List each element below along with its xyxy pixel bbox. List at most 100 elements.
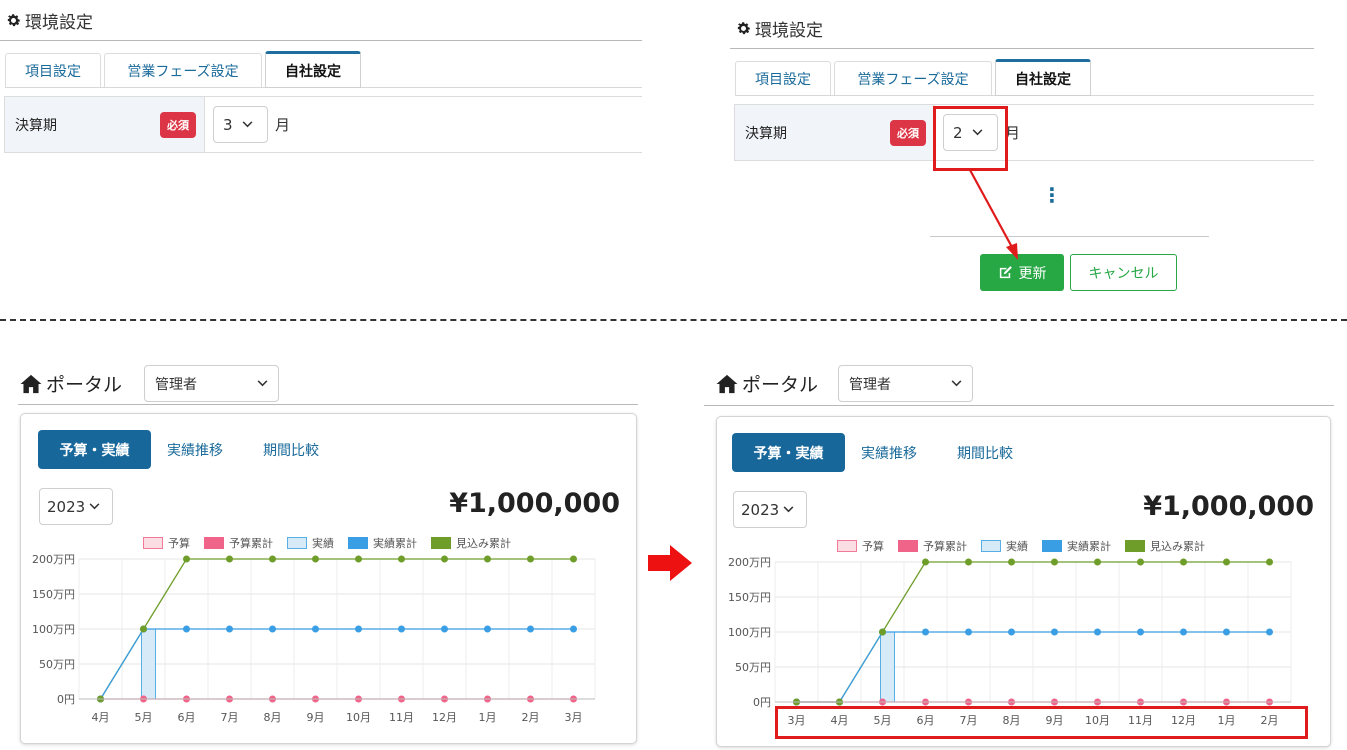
edit-icon — [999, 266, 1012, 279]
point-actual-cumulative — [1223, 628, 1230, 636]
point-actual-cumulative — [1008, 628, 1015, 636]
point-forecast-cumulative — [140, 625, 147, 633]
x-tick-label: 4月 — [92, 711, 110, 724]
fiscal-month-value: 3 — [223, 115, 233, 134]
y-tick-label: 150万円 — [32, 588, 75, 601]
point-forecast-cumulative — [441, 555, 448, 563]
budget-chart: 200万円 150万円 100万円 50万円 0円 4月 5月 6月 7月 8月 9月 10月 11月 1… — [32, 553, 596, 724]
x-tick-label: 11月 — [389, 711, 414, 724]
point-forecast-cumulative — [269, 555, 276, 563]
y-tick-label: 100万円 — [32, 623, 75, 636]
fiscal-period-row: 決算期 必須 3 月 — [4, 96, 642, 153]
point-forecast-cumulative — [1008, 558, 1015, 566]
chevron-down-icon — [951, 380, 962, 387]
portal-title-divider — [704, 405, 1334, 406]
tab-phase-settings[interactable]: 営業フェーズ設定 — [104, 53, 262, 87]
point-actual-cumulative — [1266, 628, 1273, 636]
settings-tabs: 項目設定 営業フェーズ設定 自社設定 — [5, 50, 642, 88]
point-forecast-cumulative — [879, 628, 886, 636]
point-forecast-cumulative — [226, 555, 233, 563]
point-forecast-cumulative — [1266, 558, 1273, 566]
fiscal-period-label: 決算期 — [15, 117, 57, 134]
settings-title-text: 環境設定 — [755, 21, 823, 41]
role-select[interactable]: 管理者 — [838, 365, 973, 402]
portal-title-text: ポータル — [742, 374, 819, 396]
point-actual-cumulative — [398, 625, 405, 633]
point-actual-cumulative — [1094, 628, 1101, 636]
red-pointer-arrow — [969, 169, 1018, 260]
point-actual-cumulative — [570, 625, 577, 633]
point-actual-cumulative — [441, 625, 448, 633]
fiscal-month-select[interactable]: 3 — [213, 106, 268, 143]
point-forecast-cumulative — [312, 555, 319, 563]
y-tick-label: 100万円 — [728, 626, 771, 639]
tab-phase-settings[interactable]: 営業フェーズ設定 — [834, 61, 992, 95]
tab-company-settings[interactable]: 自社設定 — [265, 51, 361, 88]
point-forecast-cumulative — [183, 555, 190, 563]
chevron-down-icon — [257, 380, 268, 387]
fiscal-month-unit: 月 — [275, 116, 291, 134]
settings-panel-before: 環境設定 項目設定 営業フェーズ設定 自社設定 決算期 必須 3 月 — [0, 0, 642, 160]
point-actual-cumulative — [226, 625, 233, 633]
fiscal-period-label-cell: 決算期 必須 — [4, 97, 205, 152]
y-tick-label: 0円 — [57, 693, 75, 706]
point-forecast-cumulative — [398, 555, 405, 563]
fiscal-period-label: 決算期 — [745, 125, 787, 142]
role-value: 管理者 — [155, 376, 197, 393]
portal-title-divider — [18, 404, 638, 405]
x-tick-label: 3月 — [565, 711, 583, 724]
point-forecast-cumulative — [355, 555, 362, 563]
settings-title: 環境設定 — [735, 16, 823, 41]
settings-title-text: 環境設定 — [25, 13, 93, 33]
settings-panel-after: 環境設定 項目設定 営業フェーズ設定 自社設定 決算期 必須 2 月 ⋮ 更新 … — [730, 0, 1347, 300]
gear-icon — [737, 22, 751, 35]
x-tick-label: 8月 — [264, 711, 282, 724]
x-tick-label: 6月 — [178, 711, 196, 724]
point-actual-cumulative — [1137, 628, 1144, 636]
x-tick-label: 1月 — [479, 711, 497, 724]
point-forecast-cumulative — [1051, 558, 1058, 566]
portal-before: ポータル 管理者 予算・実績 実績推移 期間比較 2023 ¥1,000,000… — [18, 362, 640, 750]
bar-actual — [141, 628, 156, 700]
point-forecast-cumulative — [527, 555, 534, 563]
transition-arrow — [648, 545, 692, 581]
tab-company-settings[interactable]: 自社設定 — [995, 59, 1091, 96]
required-badge: 必須 — [160, 111, 196, 138]
y-tick-label: 150万円 — [728, 591, 771, 604]
role-select[interactable]: 管理者 — [144, 365, 279, 402]
x-tick-label: 9月 — [307, 711, 325, 724]
y-tick-label: 200万円 — [32, 553, 75, 566]
tab-item-settings[interactable]: 項目設定 — [5, 53, 101, 87]
point-forecast-cumulative — [484, 555, 491, 563]
point-actual-cumulative — [965, 628, 972, 636]
portal-card: 予算・実績 実績推移 期間比較 2023 ¥1,000,000 予算 予算累計 … — [20, 413, 637, 744]
title-divider — [0, 40, 642, 41]
point-forecast-cumulative — [570, 555, 577, 563]
x-tick-label: 2月 — [522, 711, 540, 724]
y-tick-label: 200万円 — [728, 556, 771, 569]
chevron-down-icon — [242, 121, 252, 128]
cancel-button[interactable]: キャンセル — [1070, 254, 1177, 291]
point-actual-cumulative — [355, 625, 362, 633]
gear-icon — [7, 14, 21, 27]
point-actual-cumulative — [922, 628, 929, 636]
point-forecast-cumulative — [1137, 558, 1144, 566]
budget-chart: 200万円150万円100万円50万円0円3月 4月 5月 6月 7月 8月 9月 10月 11… — [728, 556, 1292, 727]
home-icon — [20, 374, 42, 393]
fiscal-period-row: 決算期 必須 2 月 — [734, 104, 1314, 161]
point-forecast-cumulative — [1180, 558, 1187, 566]
vertical-ellipsis: ⋮ — [1042, 183, 1062, 207]
point-actual-cumulative — [484, 625, 491, 633]
point-actual-cumulative — [1051, 628, 1058, 636]
point-forecast-cumulative — [965, 558, 972, 566]
y-tick-label: 50万円 — [39, 658, 75, 671]
y-tick-label: 0円 — [753, 696, 771, 709]
point-forecast-cumulative — [1223, 558, 1230, 566]
update-label: 更新 — [1018, 265, 1047, 282]
y-tick-label: 50万円 — [735, 661, 771, 674]
point-actual-cumulative — [1180, 628, 1187, 636]
tab-item-settings[interactable]: 項目設定 — [735, 61, 831, 95]
portal-title: ポータル — [716, 370, 818, 397]
x-tick-label: 12月 — [432, 711, 457, 724]
bar-actual — [880, 631, 895, 703]
